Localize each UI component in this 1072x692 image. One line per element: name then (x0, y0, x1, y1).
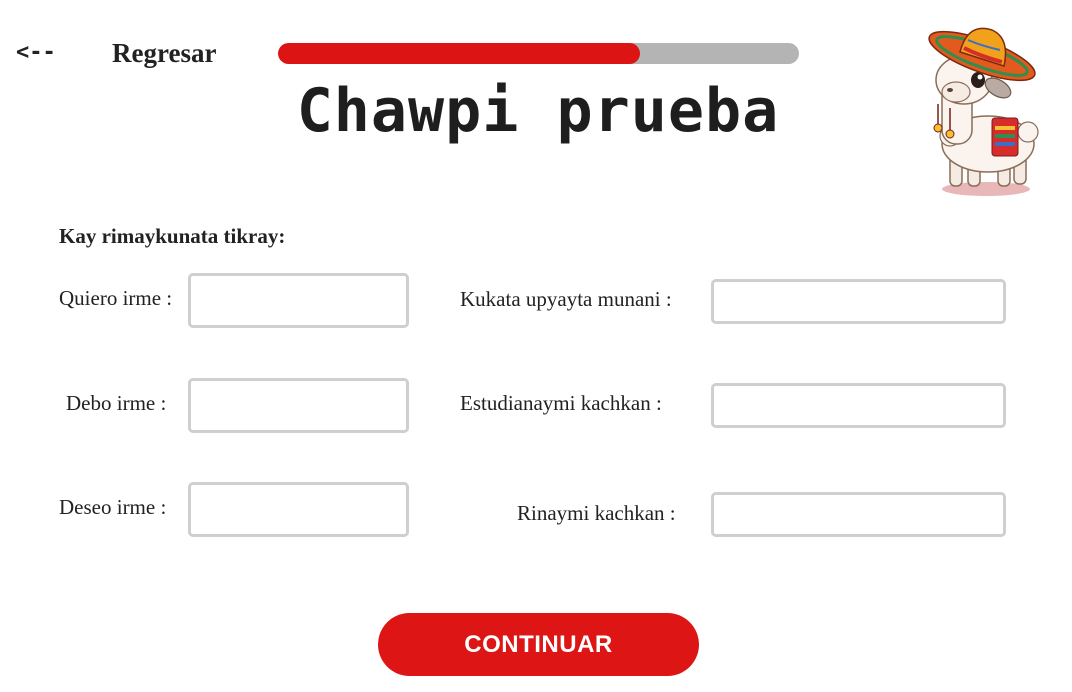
field-label-estudianaymi-kachkan: Estudianaymi kachkan : (460, 391, 662, 415)
field-label-deseo-irme: Deseo irme : (59, 495, 167, 519)
page-title: Chawpi prueba (296, 76, 780, 146)
field-input-deseo-irme[interactable] (188, 482, 409, 537)
progress-bar (278, 43, 799, 64)
field-input-rinaymi-kachkan[interactable] (711, 492, 1006, 537)
field-input-estudianaymi-kachkan[interactable] (711, 383, 1006, 428)
llama-sombrero-icon (928, 27, 1039, 196)
continue-button[interactable]: CONTINUAR (378, 613, 699, 676)
field-label-quiero-irme: Quiero irme : (59, 286, 173, 310)
back-link[interactable]: Regresar (112, 38, 216, 69)
field-input-debo-irme[interactable] (188, 378, 409, 433)
field-label-debo-irme: Debo irme : (66, 391, 167, 415)
field-label-kukata-upyayta-munani: Kukata upyayta munani : (460, 287, 672, 311)
field-input-quiero-irme[interactable] (188, 273, 409, 328)
back-arrow-icon[interactable]: <-- (16, 40, 56, 65)
field-label-rinaymi-kachkan: Rinaymi kachkan : (517, 501, 676, 525)
field-input-kukata-upyayta-munani[interactable] (711, 279, 1006, 324)
progress-bar-fill (278, 43, 641, 64)
instructions: Kay rimaykunata tikray: (59, 224, 286, 248)
